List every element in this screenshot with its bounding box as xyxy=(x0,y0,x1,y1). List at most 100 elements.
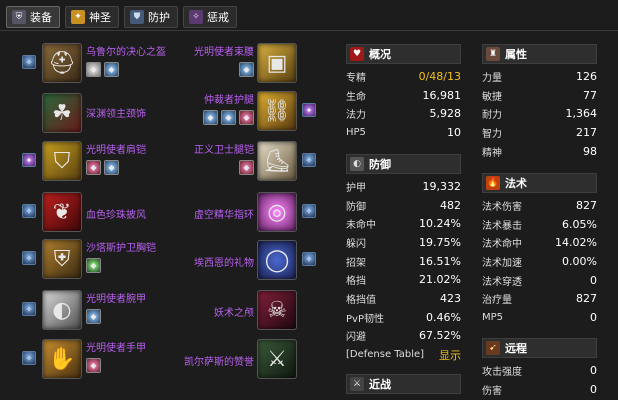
tab-label: 防护 xyxy=(148,11,170,24)
shield-icon: ◐ xyxy=(350,157,364,171)
enchant-icon[interactable]: ✧ xyxy=(302,153,316,167)
gear-name[interactable]: 血色珍珠披风 xyxy=(86,206,146,221)
enchant-icon[interactable]: ✧ xyxy=(22,204,36,218)
blue-gem-icon[interactable]: ◆ xyxy=(239,62,254,77)
enchant-icon[interactable]: ✦ xyxy=(302,103,316,117)
cloak-icon[interactable]: ❦ xyxy=(42,192,82,232)
gear-name[interactable]: 正义卫士腿铠 xyxy=(194,141,254,156)
gear-slot-head: ✧ ⛑ 乌鲁尔的决心之盔 ◆ ◆ xyxy=(22,43,166,83)
blue-gem-icon[interactable]: ◆ xyxy=(86,309,101,324)
belt-icon[interactable]: ▣ xyxy=(257,43,297,83)
stat-row: 法术暴击 6.05% xyxy=(482,217,597,232)
spell-panel: 🔥 法术 法术伤害 827 法术暴击 6.05% 法术命中 14.02% 法术加速 0.… xyxy=(482,173,597,327)
tab-divider xyxy=(0,30,618,31)
tab-protection[interactable]: ⛊ 防护 xyxy=(124,6,178,28)
legs-icon[interactable]: ⛓ xyxy=(257,91,297,131)
defense-header: ◐ 防御 xyxy=(346,154,461,174)
gear-name[interactable]: 光明使者束腰 xyxy=(194,43,254,58)
green-gem-icon[interactable]: ◆ xyxy=(86,258,101,273)
tab-retribution[interactable]: ✧ 惩戒 xyxy=(183,6,237,28)
red-gem-icon[interactable]: ◆ xyxy=(239,110,254,125)
overview-header: ♥ 概况 xyxy=(346,44,461,64)
wrist-icon[interactable]: ◐ xyxy=(42,290,82,330)
gear-slot-trinket-1: 妖术之颅 ☠ xyxy=(188,290,297,330)
blue-gem-icon[interactable]: ◆ xyxy=(104,62,119,77)
red-gem-icon[interactable]: ◆ xyxy=(86,358,101,373)
gear-name[interactable]: 凯尔萨斯的赞誉 xyxy=(184,353,254,368)
tab-gear[interactable]: ⛨ 装备 xyxy=(6,6,60,28)
gear-name[interactable]: 虚空精华指环 xyxy=(194,206,254,221)
red-gem-icon[interactable]: ◆ xyxy=(239,160,254,175)
enchant-icon[interactable]: ✧ xyxy=(22,251,36,265)
panel-title: 属性 xyxy=(505,48,527,61)
boots-icon[interactable]: ⛸ xyxy=(257,141,297,181)
stat-row: 未命中 10.24% xyxy=(346,217,461,232)
gear-slot-ring-2: 埃西恩的礼物 ◯ ✧ xyxy=(188,240,316,280)
holy-icon: ✦ xyxy=(71,10,85,24)
tab-label: 惩戒 xyxy=(207,11,229,24)
gear-name[interactable]: 埃西恩的礼物 xyxy=(194,254,254,269)
gear-slot-legs: 仲裁者护腿 ◆ ◆ ◆ ⛓ ✦ xyxy=(188,91,316,131)
trinket-icon[interactable]: ☠ xyxy=(257,290,297,330)
gear-name[interactable]: 光明使者腕甲 xyxy=(86,290,146,305)
gear-slot-waist: 光明使者束腰 ◆ ▣ xyxy=(188,43,297,83)
enchant-icon[interactable]: ✧ xyxy=(302,252,316,266)
gloves-icon[interactable]: ✋ xyxy=(42,339,82,379)
trinket-icon[interactable]: ⚔ xyxy=(257,339,297,379)
blue-gem-icon[interactable]: ◆ xyxy=(104,160,119,175)
red-gem-icon[interactable]: ◆ xyxy=(86,160,101,175)
show-defense-table-link[interactable]: 显示 xyxy=(439,347,461,363)
gear-name[interactable]: 沙塔斯护卫胸铠 xyxy=(86,239,156,254)
tab-label: 神圣 xyxy=(89,11,111,24)
stat-row: 闪避 67.52% xyxy=(346,329,461,344)
stat-row: 格挡值 423 xyxy=(346,291,461,306)
attributes-panel: ♜ 属性 力量 126 敏捷 77 耐力 1,364 智力 217 精神 98 xyxy=(482,44,597,160)
stat-row: 防御 482 xyxy=(346,198,461,213)
panel-title: 概况 xyxy=(369,48,391,61)
gear-name[interactable]: 光明使者肩铠 xyxy=(86,141,146,156)
panel-title: 近战 xyxy=(369,378,391,391)
armor-icon: ⛨ xyxy=(12,10,26,24)
stat-row: 智力 217 xyxy=(482,125,597,140)
gear-name[interactable]: 仲裁者护腿 xyxy=(204,91,254,106)
stat-row: HP5 10 xyxy=(346,125,461,139)
stat-row: 治疗量 827 xyxy=(482,292,597,307)
gear-name[interactable]: 乌鲁尔的决心之盔 xyxy=(86,43,166,58)
melee-panel: ⚔ 近战 xyxy=(346,374,461,394)
neck-icon[interactable]: ☘ xyxy=(42,93,82,133)
panel-title: 远程 xyxy=(505,342,527,355)
gear-slot-chest: ✧ ⛨ 沙塔斯护卫胸铠 ◆ xyxy=(22,239,156,279)
ring-icon[interactable]: ◎ xyxy=(257,192,297,232)
shoulder-icon[interactable]: ⛉ xyxy=(42,141,82,181)
ring-icon[interactable]: ◯ xyxy=(257,240,297,280)
enchant-icon[interactable]: ✧ xyxy=(302,204,316,218)
blue-gem-icon[interactable]: ◆ xyxy=(203,110,218,125)
gear-slot-wrist: ✧ ◐ 光明使者腕甲 ◆ xyxy=(22,290,146,330)
helmet-icon[interactable]: ⛑ xyxy=(42,43,82,83)
retribution-icon: ✧ xyxy=(189,10,203,24)
stat-row: 法术伤害 827 xyxy=(482,198,597,213)
gear-slot-shoulder: ✦ ⛉ 光明使者肩铠 ◆ ◆ xyxy=(22,141,146,181)
blue-gem-icon[interactable]: ◆ xyxy=(221,110,236,125)
gear-name[interactable]: 深渊领主颈饰 xyxy=(86,105,146,120)
chest-icon[interactable]: ⛨ xyxy=(42,239,82,279)
gear-slot-ring-1: 虚空精华指环 ◎ ✧ xyxy=(188,192,316,232)
gear-slot-hands: ✧ ✋ 光明使者手甲 ◆ xyxy=(22,339,146,379)
meta-gem-icon[interactable]: ◆ xyxy=(86,62,101,77)
gear-slot-trinket-2: 凯尔萨斯的赞誉 ⚔ xyxy=(184,339,297,379)
enchant-icon[interactable]: ✧ xyxy=(22,351,36,365)
ranged-header: ➹ 远程 xyxy=(482,338,597,358)
enchant-icon[interactable]: ✧ xyxy=(22,302,36,316)
tab-holy[interactable]: ✦ 神圣 xyxy=(65,6,119,28)
spell-header: 🔥 法术 xyxy=(482,173,597,193)
enchant-icon[interactable]: ✧ xyxy=(22,55,36,69)
enchant-icon[interactable]: ✦ xyxy=(22,153,36,167)
gear-slot-neck: ☘ 深渊领主颈饰 xyxy=(42,93,146,133)
heart-icon: ♥ xyxy=(350,47,364,61)
crossed-swords-icon: ⚔ xyxy=(350,377,364,391)
stat-row: 法力 5,928 xyxy=(346,107,461,122)
gear-name[interactable]: 妖术之颅 xyxy=(214,304,254,319)
bow-icon: ➹ xyxy=(486,341,500,355)
tab-bar: ⛨ 装备 ✦ 神圣 ⛊ 防护 ✧ 惩戒 xyxy=(6,6,237,28)
gear-name[interactable]: 光明使者手甲 xyxy=(86,339,146,354)
